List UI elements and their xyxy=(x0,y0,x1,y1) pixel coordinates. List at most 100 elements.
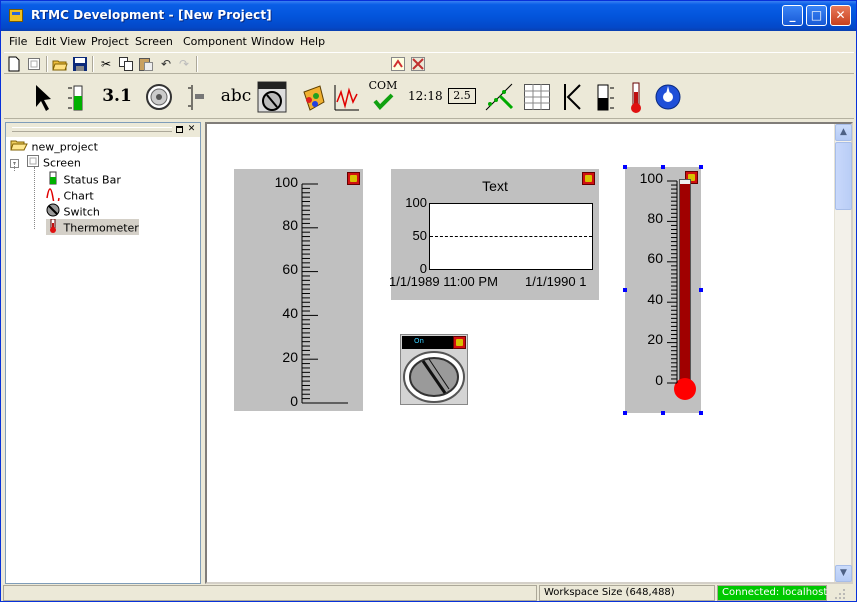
pane-header: ✕ xyxy=(6,123,200,137)
tree-screen-label: Screen xyxy=(43,156,81,170)
tree-line xyxy=(14,163,15,171)
scale-label: 60 xyxy=(647,250,663,266)
switch-on-label: On xyxy=(414,337,424,345)
menu-window[interactable]: Window xyxy=(251,35,294,48)
selection-handle[interactable] xyxy=(623,411,627,415)
title-bar[interactable]: RTMC Development - [New Project] _ □ ✕ xyxy=(1,1,856,31)
dial-icon[interactable] xyxy=(144,80,174,114)
pane-restore-icon[interactable] xyxy=(174,124,185,135)
pointer-icon[interactable] xyxy=(32,80,52,114)
xy-chart-icon[interactable] xyxy=(482,80,516,114)
minimize-button[interactable]: _ xyxy=(782,5,803,26)
switch-icon[interactable] xyxy=(256,80,288,114)
tree-screen[interactable]: - Screen xyxy=(10,155,81,171)
close-button[interactable]: ✕ xyxy=(830,5,851,26)
com-status-icon[interactable]: COM xyxy=(366,80,400,114)
paint-icon[interactable] xyxy=(298,80,328,114)
tree-root[interactable]: new_project xyxy=(10,139,98,155)
thermometer-ticks xyxy=(667,180,678,384)
time-icon[interactable]: 12:18 xyxy=(408,80,443,114)
selection-handle[interactable] xyxy=(699,411,703,415)
scale-label: 20 xyxy=(282,349,298,365)
save-icon[interactable] xyxy=(72,56,88,72)
workspace-canvas[interactable]: 100 80 60 40 20 0 Text 100 50 0 1/1/1989… xyxy=(207,124,835,582)
menu-bar: File Edit View Project Screen Component … xyxy=(5,33,853,51)
selection-handle[interactable] xyxy=(699,165,703,169)
component-toolbar: 3.1 abc COM 12:18 2.5 xyxy=(4,75,854,119)
selection-handle[interactable] xyxy=(699,288,703,292)
scale-label: 40 xyxy=(647,291,663,307)
compass-icon[interactable] xyxy=(654,80,682,114)
chart-icon[interactable] xyxy=(332,80,360,114)
thermometer-component[interactable]: 100 80 60 40 20 0 xyxy=(625,167,701,413)
digits-icon[interactable]: 3.1 xyxy=(100,80,134,114)
chart-title: Text xyxy=(482,178,508,194)
slider-icon[interactable] xyxy=(186,80,206,114)
selection-handle[interactable] xyxy=(661,411,665,415)
scale-label: 80 xyxy=(647,210,663,226)
number-box-label: 2.5 xyxy=(448,88,476,104)
selection-handle[interactable] xyxy=(623,288,627,292)
selection-handle[interactable] xyxy=(623,165,627,169)
redo-icon[interactable]: ↷ xyxy=(176,56,192,72)
switch-component[interactable]: On xyxy=(400,334,468,405)
chart-component[interactable]: Text 100 50 0 1/1/1989 11:00 PM 1/1/1990… xyxy=(389,169,599,300)
table-icon[interactable] xyxy=(522,80,552,114)
cut-icon[interactable]: ✂ xyxy=(98,56,114,72)
com-label: COM xyxy=(368,79,398,92)
menu-screen[interactable]: Screen xyxy=(135,35,173,48)
window-title: RTMC Development - [New Project] xyxy=(31,8,272,22)
app-icon xyxy=(9,9,23,22)
alarm-icon[interactable] xyxy=(560,80,586,114)
toolbar-separator xyxy=(46,56,48,72)
menu-component[interactable]: Component xyxy=(183,35,247,48)
undo-icon[interactable]: ↶ xyxy=(158,56,174,72)
level-icon[interactable] xyxy=(594,80,620,114)
menu-edit[interactable]: Edit xyxy=(35,35,56,48)
status-bar-component[interactable]: 100 80 60 40 20 0 xyxy=(234,169,363,411)
status-bar: Workspace Size (648,488) Connected: loca… xyxy=(3,585,854,601)
status-bar-icon[interactable] xyxy=(66,80,88,114)
tree-item-status-bar[interactable]: Status Bar xyxy=(46,171,121,187)
pane-close-icon[interactable]: ✕ xyxy=(186,124,197,135)
x-tick-label: 1/1/1989 11:00 PM xyxy=(389,274,498,289)
connection-status: Connected: localhost xyxy=(717,585,827,601)
properties-icon[interactable] xyxy=(26,56,42,72)
menu-file[interactable]: File xyxy=(9,35,27,48)
menu-project[interactable]: Project xyxy=(91,35,129,48)
scale-label: 0 xyxy=(655,372,663,388)
scroll-up-icon[interactable]: ▲ xyxy=(835,124,852,141)
tree-item-switch[interactable]: Switch xyxy=(46,203,100,219)
scale-label: 100 xyxy=(639,170,663,186)
menu-view[interactable]: View xyxy=(60,35,86,48)
vertical-scrollbar[interactable]: ▲ ▼ xyxy=(834,124,852,582)
maximize-button[interactable]: □ xyxy=(806,5,827,26)
resize-grip-icon[interactable] xyxy=(833,587,847,599)
menu-help[interactable]: Help xyxy=(300,35,325,48)
tree-item-thermometer[interactable]: Thermometer xyxy=(46,218,139,235)
tree-root-label: new_project xyxy=(31,140,98,154)
number-box-icon[interactable]: 2.5 xyxy=(448,80,476,114)
thermometer-icon[interactable] xyxy=(624,80,648,114)
tree-item-label: Switch xyxy=(63,205,100,219)
scale-label: 0 xyxy=(290,393,298,409)
selection-handle[interactable] xyxy=(661,165,665,169)
scroll-thumb[interactable] xyxy=(835,142,852,210)
tree-item-chart[interactable]: Chart xyxy=(46,187,94,208)
pane-grip[interactable] xyxy=(12,127,172,132)
scale-label: 40 xyxy=(282,305,298,321)
paste-icon[interactable] xyxy=(138,56,154,72)
copy-icon[interactable] xyxy=(118,56,134,72)
tree-item-label: Status Bar xyxy=(63,173,121,187)
scroll-down-icon[interactable]: ▼ xyxy=(835,565,852,582)
scale-label: 80 xyxy=(282,217,298,233)
component-library-icon[interactable] xyxy=(390,56,406,72)
open-icon[interactable] xyxy=(52,56,68,72)
workspace-size: Workspace Size (648,488) xyxy=(539,585,715,601)
scale-label: 100 xyxy=(274,174,298,190)
text-icon[interactable]: abc xyxy=(218,80,254,114)
y-tick-label: 50 xyxy=(412,228,427,243)
new-icon[interactable] xyxy=(6,56,22,72)
tools-icon[interactable] xyxy=(410,56,426,72)
screen-icon xyxy=(26,155,40,172)
